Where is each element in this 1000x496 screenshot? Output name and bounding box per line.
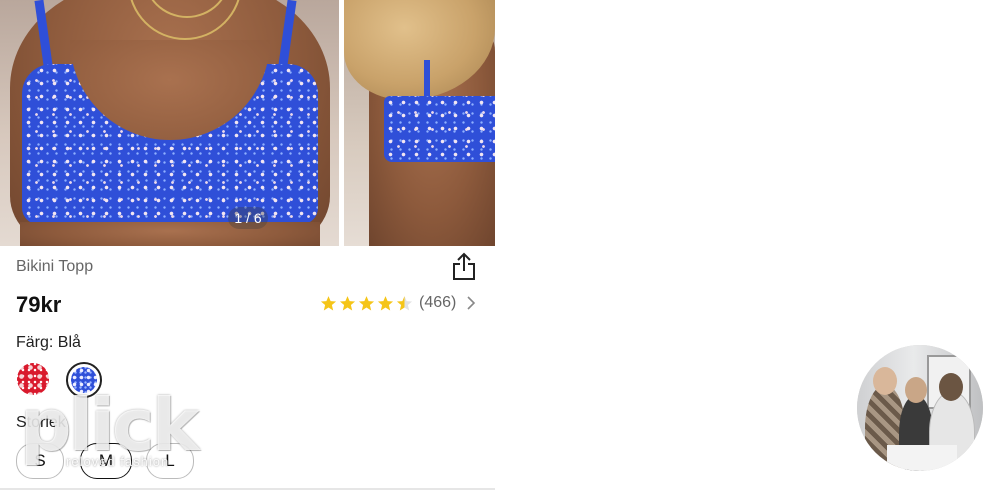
image-counter: 1 / 6 <box>228 207 268 229</box>
seller-avatar[interactable] <box>857 345 983 471</box>
star-icon <box>396 295 413 310</box>
product-image-gallery[interactable]: 1 / 6 <box>0 0 495 246</box>
divider <box>0 488 495 490</box>
size-option-m-selected[interactable]: M <box>80 443 132 479</box>
color-swatch-blue-fill <box>71 367 97 393</box>
star-icon <box>320 295 337 310</box>
color-swatch-red[interactable] <box>17 363 49 395</box>
product-photo-back[interactable] <box>344 0 495 246</box>
share-icon <box>453 252 475 280</box>
star-icon <box>358 295 375 310</box>
size-option-s[interactable]: S <box>16 443 64 479</box>
size-option-l[interactable]: L <box>146 443 194 479</box>
product-title: Bikini Topp <box>16 258 94 275</box>
size-label: Storlek <box>16 414 66 431</box>
color-label: Färg: Blå <box>16 334 81 351</box>
chevron-right-icon <box>467 296 476 310</box>
product-price: 79kr <box>16 292 62 317</box>
rating-count: (466) <box>419 294 457 311</box>
rating-reviews-link[interactable]: (466) <box>320 294 476 312</box>
product-photo-front[interactable] <box>0 0 339 246</box>
product-panel: 1 / 6 Bikini Topp 79kr (466) Färg: Blå S… <box>0 0 495 496</box>
rating-stars <box>320 295 415 312</box>
star-icon <box>377 295 394 310</box>
color-swatch-blue-selected[interactable] <box>66 362 102 398</box>
star-icon <box>339 295 356 310</box>
share-button[interactable] <box>450 252 478 282</box>
